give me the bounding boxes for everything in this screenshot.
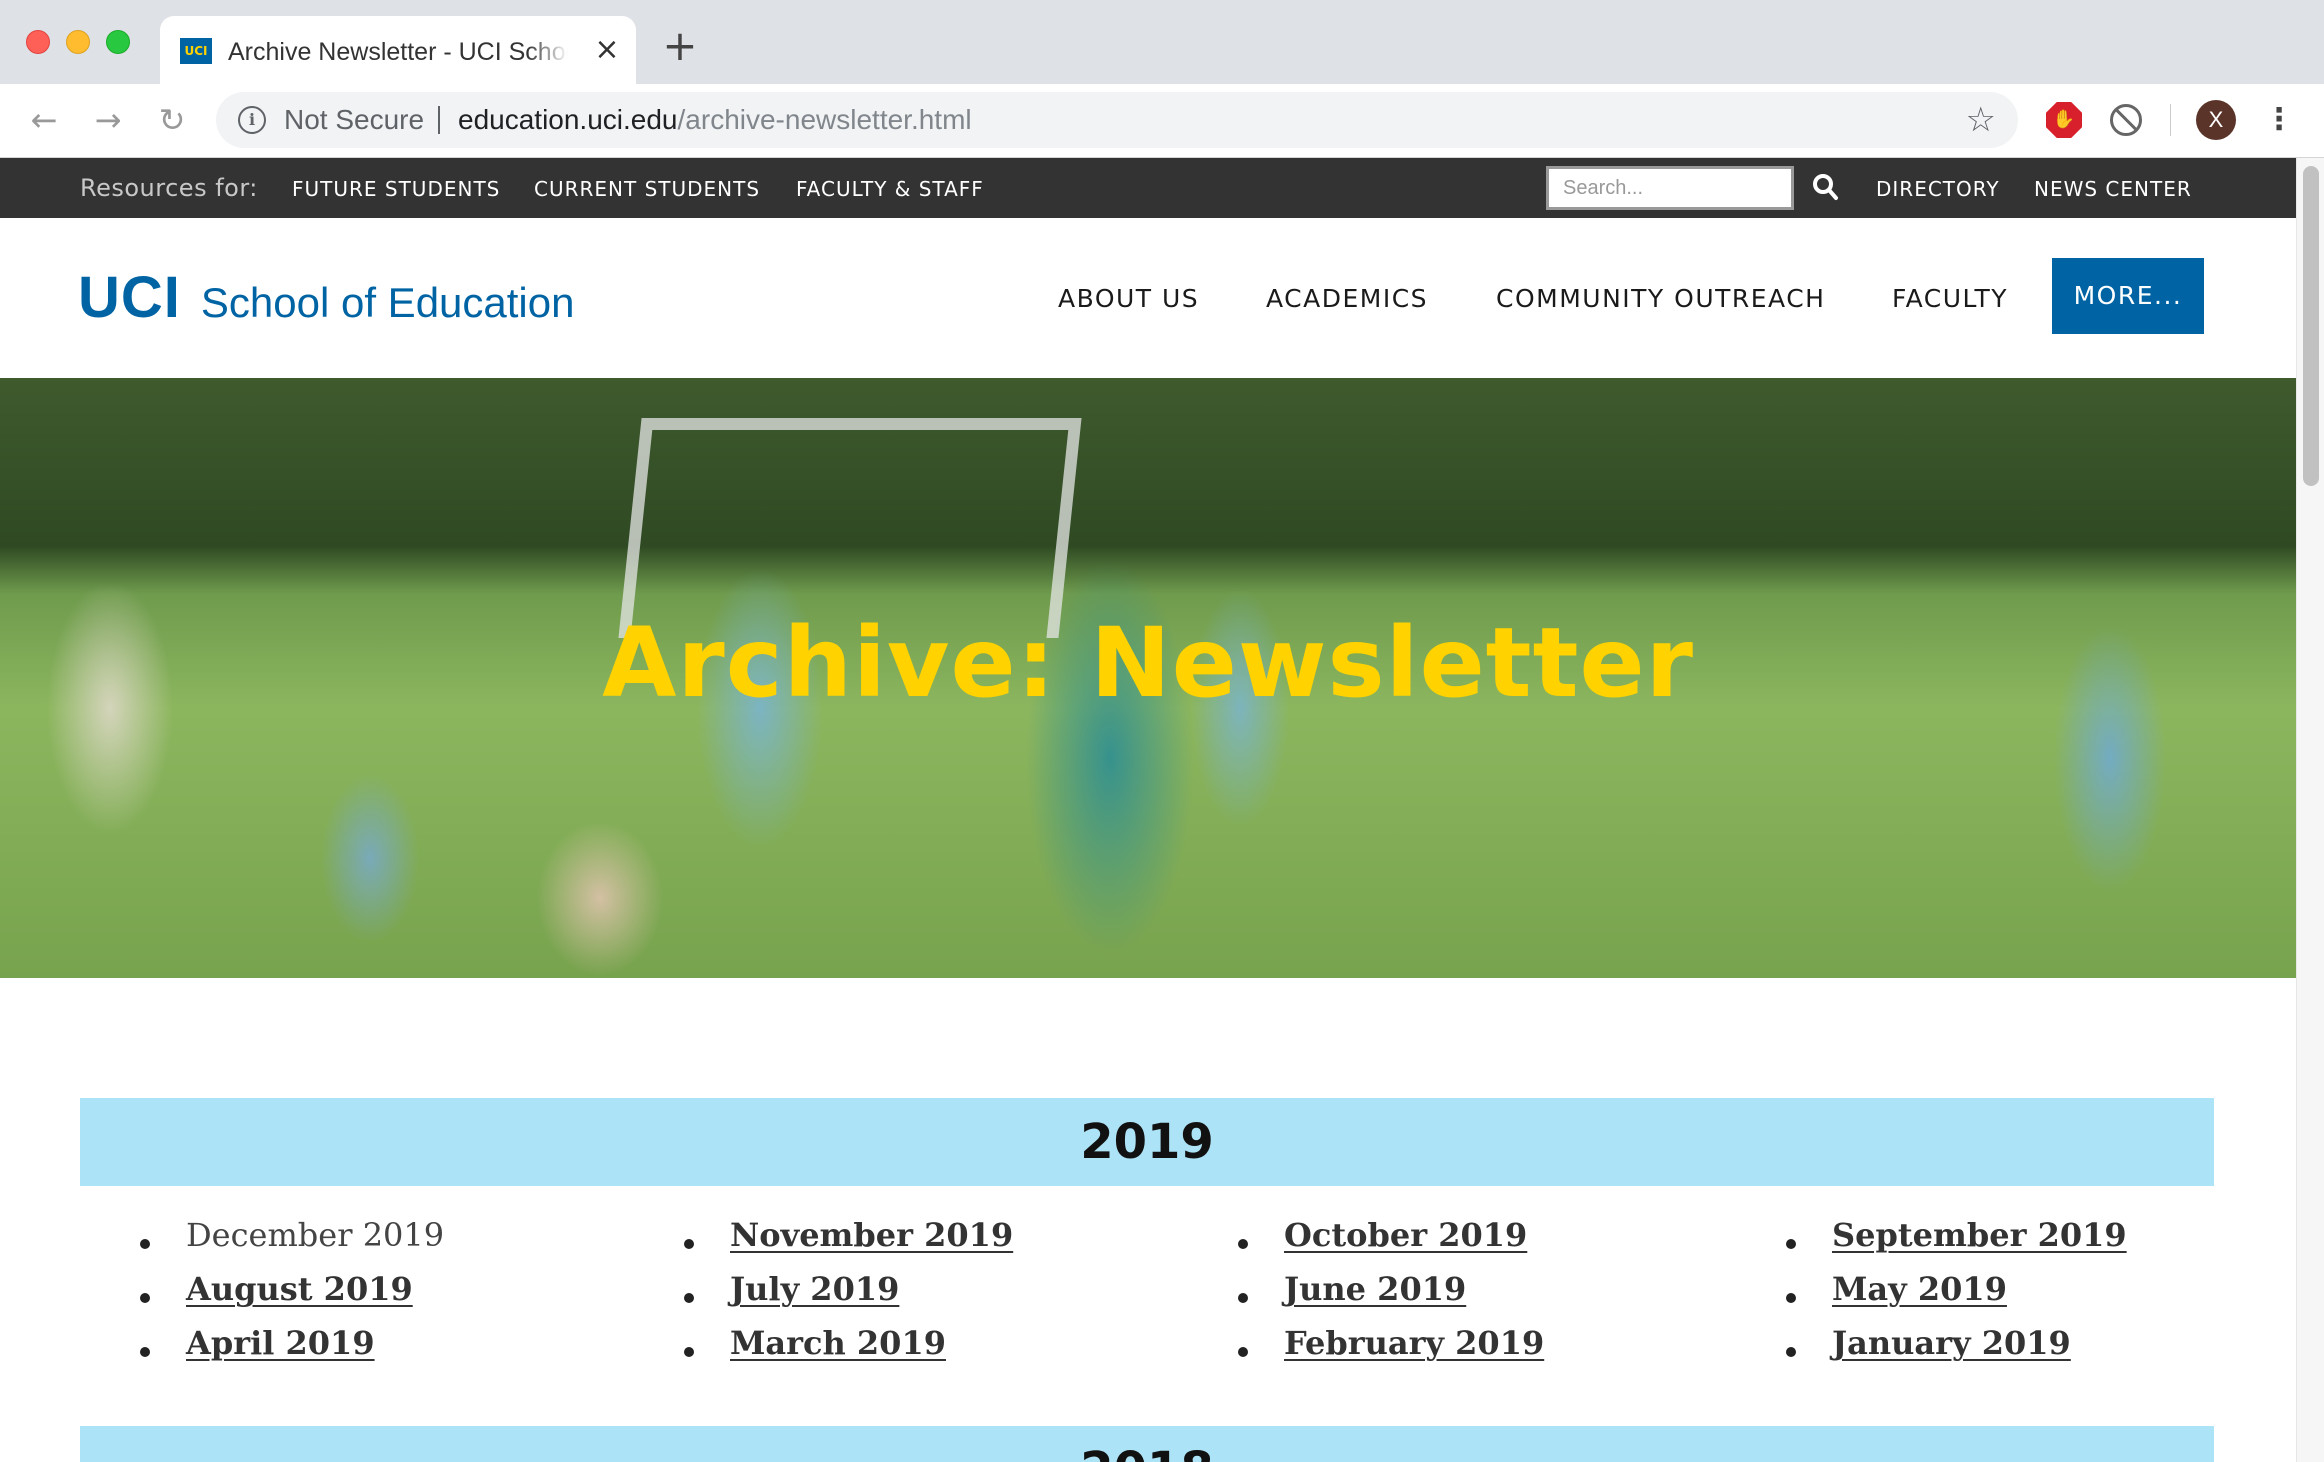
newsletter-link[interactable]: April 2019 <box>186 1324 375 1362</box>
address-bar[interactable]: i Not Secure education.uci.edu/archive-n… <box>216 92 2018 148</box>
info-icon[interactable]: i <box>238 106 266 134</box>
page-title: Archive: Newsletter <box>602 607 1694 719</box>
block-extension-icon[interactable] <box>2110 104 2142 136</box>
toolbar-separator <box>2170 104 2171 136</box>
logo-text: School of Education <box>200 279 575 326</box>
site-header: UCI School of Education ABOUT US ACADEMI… <box>0 218 2296 378</box>
utility-bar: Resources for: FUTURE STUDENTS CURRENT S… <box>0 158 2296 218</box>
url-host: education.uci.edu <box>458 104 678 135</box>
newsletter-link[interactable]: November 2019 <box>730 1216 1013 1254</box>
month-list-column-1: December 2019 August 2019 April 2019 <box>140 1216 444 1378</box>
newsletter-link[interactable]: October 2019 <box>1284 1216 1527 1254</box>
profile-avatar[interactable]: X <box>2196 100 2236 140</box>
list-item: November 2019 <box>684 1216 1013 1270</box>
month-list-column-4: September 2019 May 2019 January 2019 <box>1786 1216 2127 1378</box>
year-heading-2018: 2018 <box>80 1426 2214 1462</box>
uci-logo-mark: UCI <box>78 265 181 330</box>
list-item: May 2019 <box>1786 1270 2127 1324</box>
nav-faculty[interactable]: FACULTY <box>1892 282 2008 316</box>
page-scrollbar[interactable] <box>2296 158 2324 1462</box>
browser-menu-icon[interactable]: ⋮ <box>2264 100 2294 140</box>
close-tab-icon[interactable]: × <box>590 32 624 68</box>
search-icon[interactable] <box>1812 172 1840 204</box>
current-issue-label: December 2019 <box>186 1216 445 1254</box>
year-heading-2019: 2019 <box>80 1098 2214 1186</box>
newsletter-link[interactable]: February 2019 <box>1284 1324 1544 1362</box>
month-list-column-2: November 2019 July 2019 March 2019 <box>684 1216 1013 1378</box>
month-list-column-3: October 2019 June 2019 February 2019 <box>1238 1216 1544 1378</box>
list-item: February 2019 <box>1238 1324 1544 1378</box>
list-item: March 2019 <box>684 1324 1013 1378</box>
future-students-link[interactable]: FUTURE STUDENTS <box>292 174 500 204</box>
tab-title: Archive Newsletter - UCI School of Educa… <box>228 38 568 66</box>
more-menu-button[interactable]: MORE... <box>2052 258 2204 334</box>
bookmark-star-icon[interactable]: ☆ <box>1966 100 1996 140</box>
list-item: January 2019 <box>1786 1324 2127 1378</box>
newsletter-link[interactable]: September 2019 <box>1832 1216 2127 1254</box>
reload-icon[interactable]: ↻ <box>152 100 192 140</box>
address-separator <box>438 106 440 134</box>
resources-label: Resources for: <box>80 174 258 202</box>
url-path: /archive-newsletter.html <box>677 104 972 135</box>
close-window-button[interactable] <box>26 30 50 54</box>
list-item: August 2019 <box>140 1270 444 1324</box>
faculty-staff-link[interactable]: FACULTY & STAFF <box>796 174 984 204</box>
directory-link[interactable]: DIRECTORY <box>1876 174 2000 204</box>
newsletter-link[interactable]: June 2019 <box>1284 1270 1466 1308</box>
hero-banner: Archive: Newsletter <box>0 378 2296 978</box>
list-item: December 2019 <box>140 1216 444 1270</box>
newsletter-link[interactable]: March 2019 <box>730 1324 946 1362</box>
newsletter-link[interactable]: May 2019 <box>1832 1270 2007 1308</box>
newsletter-link[interactable]: July 2019 <box>730 1270 899 1308</box>
newsletter-link[interactable]: August 2019 <box>186 1270 413 1308</box>
hero-soccer-goal <box>618 418 1082 638</box>
nav-academics[interactable]: ACADEMICS <box>1266 282 1428 316</box>
list-item: June 2019 <box>1238 1270 1544 1324</box>
uci-favicon-icon: UCI <box>180 38 212 64</box>
list-item: October 2019 <box>1238 1216 1544 1270</box>
url-text[interactable]: education.uci.edu/archive-newsletter.htm… <box>458 102 972 138</box>
nav-community-outreach[interactable]: COMMUNITY OUTREACH <box>1496 282 1825 316</box>
browser-toolbar: ← → ↻ i Not Secure education.uci.edu/arc… <box>0 84 2324 158</box>
security-status[interactable]: Not Secure <box>284 102 424 138</box>
browser-tab-bar: UCI Archive Newsletter - UCI School of E… <box>0 0 2324 84</box>
list-item: September 2019 <box>1786 1216 2127 1270</box>
forward-arrow-icon[interactable]: → <box>88 100 128 140</box>
page-viewport: Resources for: FUTURE STUDENTS CURRENT S… <box>0 158 2296 1462</box>
uci-education-logo[interactable]: UCI School of Education <box>78 268 574 328</box>
new-tab-icon[interactable]: + <box>660 25 700 67</box>
minimize-window-button[interactable] <box>66 30 90 54</box>
list-item: April 2019 <box>140 1324 444 1378</box>
site-search-input[interactable] <box>1546 166 1794 210</box>
nav-about-us[interactable]: ABOUT US <box>1058 282 1199 316</box>
current-students-link[interactable]: CURRENT STUDENTS <box>534 174 760 204</box>
scrollbar-thumb[interactable] <box>2303 166 2319 486</box>
maximize-window-button[interactable] <box>106 30 130 54</box>
back-arrow-icon[interactable]: ← <box>24 100 64 140</box>
list-item: July 2019 <box>684 1270 1013 1324</box>
news-center-link[interactable]: NEWS CENTER <box>2034 174 2192 204</box>
browser-tab-active[interactable]: UCI Archive Newsletter - UCI School of E… <box>160 16 636 84</box>
newsletter-link[interactable]: January 2019 <box>1832 1324 2071 1362</box>
